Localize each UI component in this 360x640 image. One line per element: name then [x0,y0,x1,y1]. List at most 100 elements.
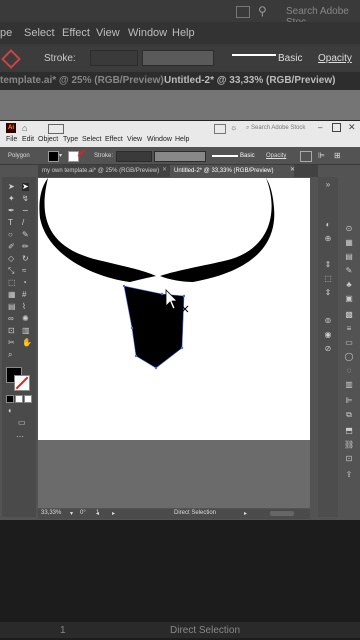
anchor-point[interactable] [154,366,158,370]
stroke-weight-field[interactable] [116,151,152,162]
stock-search-field[interactable]: ⌕ Search Adobe Stock [246,123,314,133]
arrange-icon[interactable] [214,124,226,134]
opacity-label[interactable]: Opacity [266,153,286,159]
width-tool-icon[interactable]: ≈ [22,267,26,275]
anchor-point[interactable] [182,294,186,298]
chevron-down-icon[interactable]: ▾ [59,152,62,159]
tab-close-icon[interactable]: ✕ [290,166,295,173]
more-tools-icon[interactable]: ⋯ [16,433,24,441]
menu-select[interactable]: Select [82,136,101,143]
stroke-color-box[interactable] [14,375,30,391]
close-button[interactable]: ✕ [348,122,356,133]
artboard-tool-icon[interactable]: ⊡ [8,327,15,335]
slice-tool-icon[interactable]: ✂ [8,339,15,347]
transparency-icon[interactable]: ◯ [344,353,354,361]
draw-mode-icon[interactable]: ◐ [8,407,13,415]
shape-builder-icon[interactable]: ◔ [22,279,27,287]
symbols-icon[interactable]: ♣ [344,281,354,289]
direct-selection-tool-icon[interactable]: ➤ [22,183,29,191]
menu-edit[interactable]: Edit [22,136,34,143]
panel-icon[interactable]: ⊚ [323,317,333,325]
panel-icon[interactable]: ⇕ [323,261,333,269]
home-icon[interactable]: ⌂ [22,123,27,133]
appearance-icon[interactable]: ◌ [344,367,354,375]
artboards-icon[interactable]: ⊡ [344,455,354,463]
play-icon[interactable]: ▸ [244,510,247,517]
pathfinder-icon[interactable]: ⧉ [344,411,354,419]
zoom-level[interactable]: 33,33% [41,510,61,516]
menu-help[interactable]: Help [175,136,189,143]
zoom-tool-icon[interactable]: ⌕ [8,351,12,359]
panel-icon[interactable]: ◉ [323,331,333,339]
none-mode-icon[interactable] [24,395,32,403]
right-horn-shape[interactable] [160,178,275,282]
rotate-tool-icon[interactable]: ↻ [22,255,29,263]
fill-swatch[interactable] [48,151,59,162]
rotation-value[interactable]: 0° [80,510,86,516]
transform-panel-icon[interactable]: ⬒ [344,427,354,435]
symbol-sprayer-icon[interactable]: ✺ [22,315,29,323]
panel-collapse-icon[interactable]: » [323,181,333,189]
transform-icon[interactable]: ⊞ [334,151,341,160]
brushes-icon[interactable]: ✎ [344,267,354,275]
asset-export-icon[interactable]: ⇪ [344,471,354,479]
panel-icon[interactable]: ◐ [323,221,333,229]
panel-icon[interactable]: ⊘ [323,345,333,353]
menu-type[interactable]: Type [63,136,78,143]
properties-icon[interactable]: ⊙ [344,225,354,233]
anchor-point[interactable] [130,326,134,330]
style-swatch[interactable] [300,151,312,162]
workspace-icon[interactable] [48,124,64,134]
color-guide-icon[interactable]: ▥ [344,381,354,389]
free-transform-icon[interactable]: ⬚ [8,279,16,287]
layers-icon[interactable]: ▦ [344,239,354,247]
gradient-tool-icon[interactable]: ▤ [8,303,16,311]
gradient-panel-icon[interactable]: ▭ [344,339,354,347]
menu-object[interactable]: Object [38,136,58,143]
shield-shape[interactable] [123,285,185,369]
type-tool-icon[interactable]: T [8,219,13,227]
gradient-mode-icon[interactable] [15,395,23,403]
scale-tool-icon[interactable]: ⤡ [8,267,14,275]
eraser-icon[interactable]: ◇ [8,255,14,263]
blend-tool-icon[interactable]: ∞ [8,315,14,323]
left-horn-shape[interactable] [39,178,157,282]
shaper-tool-icon[interactable]: ✐ [8,243,15,251]
anchor-point[interactable] [122,284,126,288]
next-artboard-icon[interactable]: ▸ [112,510,115,517]
align-icon[interactable]: ⊫ [318,151,325,160]
line-tool-icon[interactable]: / [22,219,24,227]
paintbrush-icon[interactable]: ✎ [22,231,29,239]
anchor-point[interactable] [160,292,164,296]
page-number[interactable]: 1 [96,510,99,516]
tab-close-icon[interactable]: ✕ [162,166,167,173]
anchor-point[interactable] [180,346,184,350]
panel-icon[interactable]: ⇕ [323,289,333,297]
mesh-tool-icon[interactable]: # [22,291,26,299]
graphic-styles-icon[interactable]: ▣ [344,295,354,303]
minimize-button[interactable]: – [318,123,322,132]
links-icon[interactable]: ⛓ [344,441,354,449]
magic-wand-icon[interactable]: ✦ [8,195,15,203]
ellipse-tool-icon[interactable]: ○ [8,231,13,239]
menu-window[interactable]: Window [147,136,172,143]
tab-my-own-template[interactable]: my own template.ai* @ 25% (RGB/Preview) [38,165,166,177]
menu-file[interactable]: File [6,136,17,143]
horizontal-scrollbar[interactable] [270,511,294,516]
anchor-point[interactable] [134,354,138,358]
stroke-panel-icon[interactable]: ≡ [344,325,354,333]
pencil-icon[interactable]: ✏ [22,243,29,251]
pasteboard[interactable] [38,440,310,508]
stroke-swatch[interactable] [68,151,79,162]
curvature-tool-icon[interactable]: ∽ [22,207,29,215]
perspective-grid-icon[interactable]: ▦ [8,291,16,299]
screen-mode-icon[interactable]: ▭ [18,419,26,427]
panel-icon[interactable]: ⊕ [323,235,333,243]
hand-tool-icon[interactable]: ✋ [22,339,32,347]
lasso-icon[interactable]: ↯ [22,195,29,203]
menu-effect[interactable]: Effect [105,136,123,143]
swatches-icon[interactable]: ▩ [344,311,354,319]
align-panel-icon[interactable]: ⊫ [344,397,354,405]
column-graph-icon[interactable]: ▥ [22,327,30,335]
variable-width-field[interactable] [154,151,206,162]
